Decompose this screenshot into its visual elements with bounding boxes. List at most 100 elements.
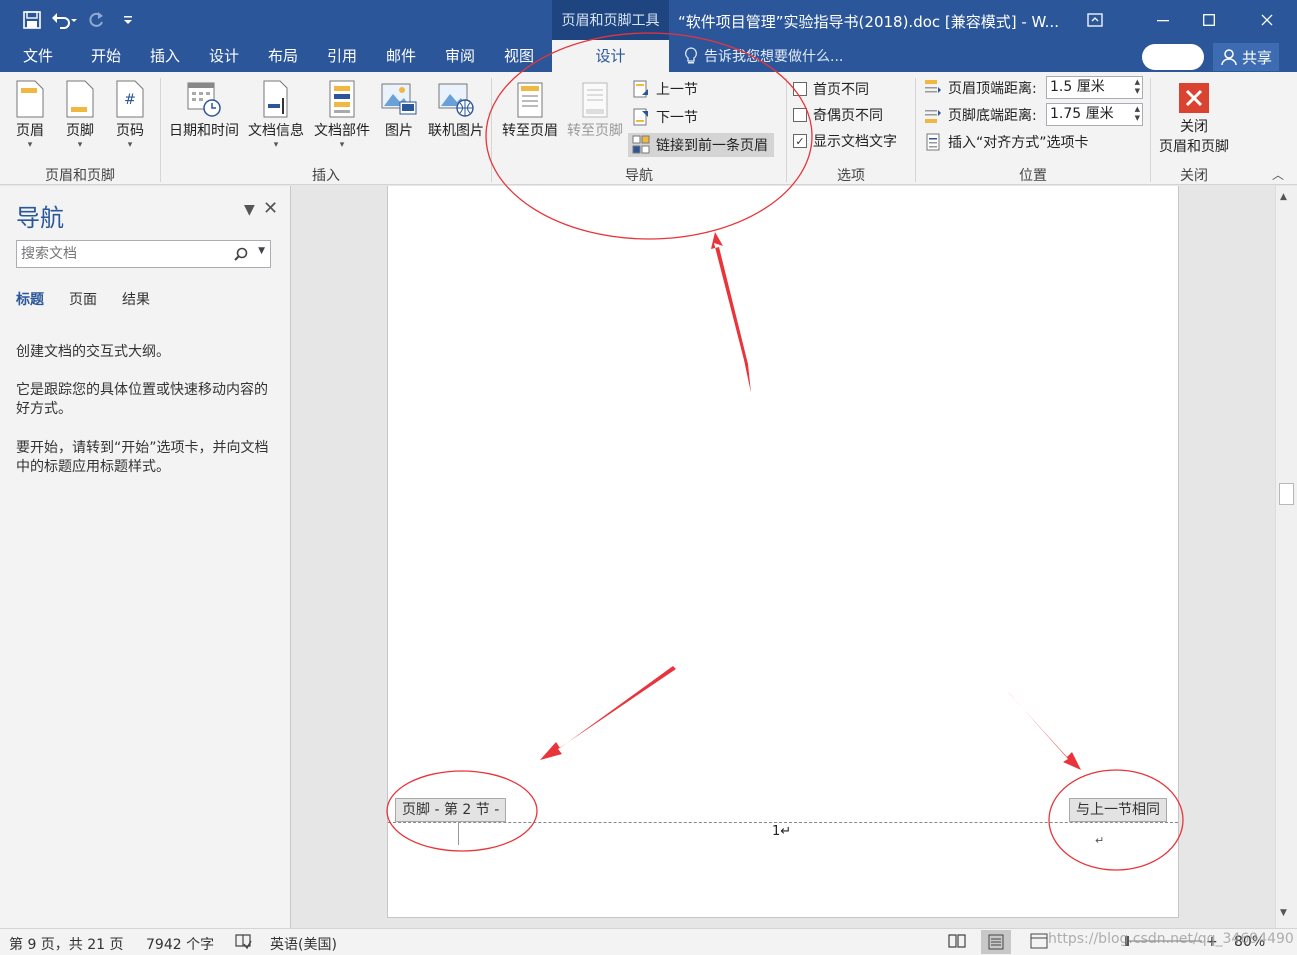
nav-close-icon[interactable]: ✕: [263, 198, 278, 219]
spinner-arrows-icon[interactable]: ▲ ▼: [1135, 78, 1140, 96]
tab-layout[interactable]: 布局: [253, 40, 313, 72]
online-pictures-button[interactable]: 联机图片: [424, 80, 488, 140]
svg-text:#: #: [124, 92, 136, 108]
close-red-x-icon: [1179, 83, 1209, 113]
header-from-top-label: 页眉顶端距离:: [948, 81, 1037, 97]
date-time-label: 日期和时间: [169, 123, 239, 139]
goto-footer-icon: [582, 82, 608, 118]
web-layout-icon[interactable]: [1030, 933, 1048, 953]
print-layout-icon[interactable]: [981, 930, 1011, 954]
maximize-icon[interactable]: [1186, 0, 1232, 40]
minimize-icon[interactable]: [1140, 0, 1186, 40]
nav-search-input[interactable]: [17, 241, 217, 267]
link-to-previous-button[interactable]: 链接到前一条页眉: [628, 133, 774, 157]
nav-options-dropdown-icon[interactable]: ▼: [244, 202, 255, 218]
show-document-text-option[interactable]: ✓ 显示文档文字: [793, 129, 897, 153]
header-from-top-input[interactable]: 1.5 厘米 ▲ ▼: [1046, 76, 1143, 99]
paragraph-mark: ↵: [1095, 834, 1105, 847]
next-section-icon: [633, 108, 648, 126]
nav-search-box[interactable]: ▼: [16, 240, 271, 268]
nav-tab-headings[interactable]: 标题: [16, 289, 44, 309]
close-window-icon[interactable]: [1244, 0, 1290, 40]
page-count-status[interactable]: 第 9 页，共 21 页: [9, 934, 124, 954]
spinner-arrows-icon[interactable]: ▲ ▼: [1135, 105, 1140, 123]
tab-mailings[interactable]: 邮件: [371, 40, 431, 72]
share-button[interactable]: 共享: [1213, 43, 1279, 71]
goto-footer-button[interactable]: 转至页脚: [563, 82, 627, 140]
footer-icon: [66, 80, 94, 118]
page-number-icon: #: [116, 80, 144, 118]
different-first-page-option[interactable]: 首页不同: [793, 77, 869, 101]
document-page[interactable]: 页脚 - 第 2 节 - 1↵ 与上一节相同 ↵: [387, 186, 1179, 918]
customize-qat-icon[interactable]: [114, 8, 142, 32]
show-document-text-checkbox[interactable]: ✓: [793, 134, 807, 148]
tab-design[interactable]: 设计: [194, 40, 254, 72]
scroll-up-icon[interactable]: ▲: [1280, 192, 1287, 202]
page-number-label: 页码: [116, 123, 144, 139]
different-first-page-checkbox[interactable]: [793, 82, 807, 96]
tab-header-footer-design[interactable]: 设计: [552, 40, 669, 72]
tab-references[interactable]: 引用: [312, 40, 372, 72]
previous-section-label: 上一节: [656, 82, 698, 98]
scroll-thumb[interactable]: [1279, 483, 1294, 505]
different-odd-even-option[interactable]: 奇偶页不同: [793, 103, 883, 127]
search-dropdown-icon[interactable]: ▼: [258, 246, 265, 256]
read-mode-icon[interactable]: [948, 933, 966, 953]
footer-from-bottom-input[interactable]: 1.75 厘米 ▲ ▼: [1046, 103, 1143, 126]
language-status[interactable]: 英语(美国): [270, 934, 337, 954]
quick-parts-button[interactable]: 文档部件 ▾: [308, 80, 376, 150]
different-first-page-label: 首页不同: [813, 82, 869, 98]
footer-position-icon: [925, 110, 941, 123]
document-info-button[interactable]: 文档信息 ▾: [244, 80, 308, 150]
save-icon[interactable]: [18, 8, 46, 32]
nav-title: 导航: [16, 204, 64, 232]
vertical-scrollbar[interactable]: ▲ ▼: [1275, 186, 1297, 928]
word-count-status[interactable]: 7942 个字: [146, 934, 214, 954]
tab-review[interactable]: 审阅: [430, 40, 490, 72]
footer-from-bottom-value: 1.75 厘米: [1050, 106, 1114, 122]
pictures-label: 图片: [385, 123, 413, 139]
next-section-button[interactable]: 下一节: [632, 105, 698, 129]
tab-home[interactable]: 开始: [76, 40, 136, 72]
tell-me-box[interactable]: 告诉我您想要做什么...: [684, 40, 843, 72]
undo-icon[interactable]: [50, 8, 78, 32]
close-header-footer-button[interactable]: 关闭 页眉和页脚: [1154, 82, 1234, 156]
header-from-top-value: 1.5 厘米: [1050, 79, 1105, 95]
group-position-label: 位置: [1019, 168, 1047, 184]
show-document-text-label: 显示文档文字: [813, 134, 897, 150]
different-odd-even-checkbox[interactable]: [793, 108, 807, 122]
footer-boundary-line: [388, 822, 1178, 823]
tab-insert[interactable]: 插入: [135, 40, 195, 72]
nav-tab-pages[interactable]: 页面: [69, 289, 97, 309]
header-button[interactable]: 页眉 ▾: [10, 80, 50, 150]
tab-file[interactable]: 文件: [8, 40, 68, 72]
user-account[interactable]: [1142, 44, 1204, 70]
contextual-group-label: 页眉和页脚工具: [552, 0, 669, 40]
search-icon[interactable]: [234, 247, 248, 261]
same-as-previous-tag: 与上一节相同: [1069, 798, 1167, 822]
next-section-label: 下一节: [656, 110, 698, 126]
footer-from-bottom-label: 页脚底端距离:: [948, 108, 1037, 124]
insert-alignment-tab-button[interactable]: 插入“对齐方式”选项卡: [926, 130, 1089, 154]
close-label-line1: 关闭: [1180, 119, 1208, 135]
redo-icon[interactable]: [82, 8, 110, 32]
page-number-button[interactable]: # 页码 ▾: [110, 80, 150, 150]
goto-header-button[interactable]: 转至页眉: [498, 82, 562, 140]
footer-button[interactable]: 页脚 ▾: [60, 80, 100, 150]
pictures-button[interactable]: 图片: [378, 80, 420, 140]
previous-section-button[interactable]: 上一节: [632, 77, 698, 101]
date-time-button[interactable]: 日期和时间: [165, 80, 243, 140]
proofing-icon[interactable]: [234, 932, 252, 954]
caret-icon: ▾: [27, 140, 33, 150]
nav-tab-results[interactable]: 结果: [122, 289, 150, 309]
ribbon-display-options-icon[interactable]: [1072, 0, 1118, 40]
collapse-ribbon-icon[interactable]: ︿: [1272, 166, 1284, 183]
tab-view[interactable]: 视图: [489, 40, 549, 72]
footer-from-bottom-label-row: 页脚底端距离:: [924, 103, 1037, 127]
title-bar: 页眉和页脚工具 “软件项目管理”实验指导书(2018).doc [兼容模式] -…: [0, 0, 1297, 40]
footer-cursor-line: [458, 823, 459, 845]
footer-page-number[interactable]: 1↵: [772, 824, 791, 839]
footer-section-tag: 页脚 - 第 2 节 -: [395, 798, 507, 822]
scroll-down-icon[interactable]: ▼: [1280, 908, 1287, 918]
status-bar: 第 9 页，共 21 页 7942 个字 英语(美国) + 80% https:…: [0, 928, 1297, 955]
